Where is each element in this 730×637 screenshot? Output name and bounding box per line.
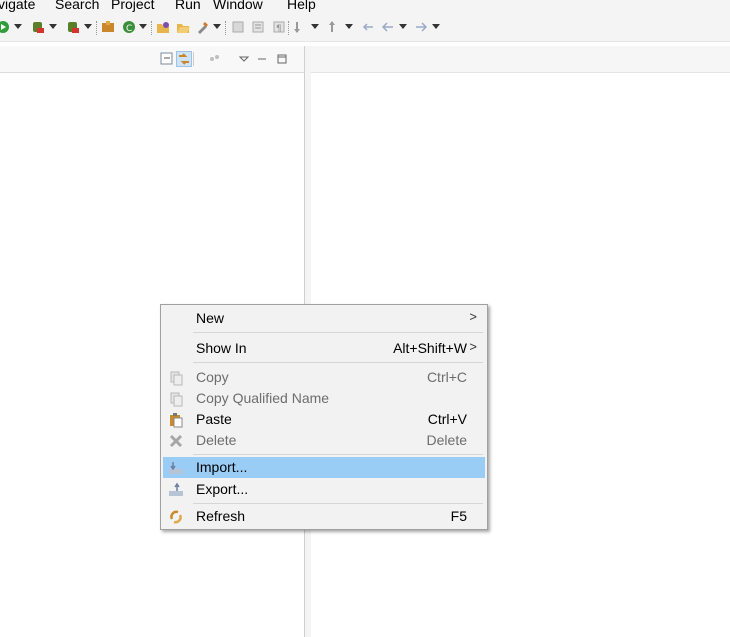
previous-annotation-icon[interactable] (327, 20, 341, 34)
menu-item-label: Copy Qualified Name (196, 390, 330, 406)
collapse-all-icon[interactable] (160, 52, 174, 66)
copy-icon (168, 370, 184, 386)
back-icon[interactable] (381, 20, 395, 34)
menu-separator (193, 503, 483, 504)
import-icon (168, 460, 184, 476)
link-with-editor-icon[interactable] (176, 51, 192, 67)
menu-item-export[interactable]: Export... (163, 479, 485, 500)
debug-icon[interactable] (31, 20, 45, 34)
pin-icon[interactable] (231, 20, 245, 34)
chevron-down-icon[interactable] (49, 24, 58, 38)
chevron-down-icon[interactable] (311, 24, 320, 38)
show-whitespace-icon[interactable]: ¶ (272, 20, 286, 34)
menu-help[interactable]: Help (287, 0, 316, 12)
panel-separator (193, 52, 194, 66)
coverage-icon[interactable] (66, 20, 80, 34)
menu-item-label: Import... (196, 459, 248, 475)
toolbar-separator (288, 21, 290, 35)
chevron-right-icon: > (469, 309, 477, 324)
menu-item-new[interactable]: New > (163, 308, 485, 329)
menu-run[interactable]: Run (175, 0, 201, 12)
toolbar-separator (96, 21, 98, 35)
menu-search[interactable]: Search (55, 0, 99, 12)
refresh-icon (168, 509, 184, 525)
menu-item-label: New (196, 310, 225, 326)
menu-item-import[interactable]: Import... (163, 457, 485, 478)
paste-icon (168, 412, 184, 428)
chevron-down-icon[interactable] (139, 24, 148, 38)
menu-item-label: Export... (196, 481, 249, 497)
menu-item-shortcut: Ctrl+C (426, 369, 467, 385)
menu-project[interactable]: Project (111, 0, 155, 12)
open-type-icon[interactable] (156, 20, 170, 34)
menu-item-refresh[interactable]: Refresh F5 (163, 506, 485, 527)
export-icon (168, 482, 184, 498)
run-icon[interactable] (0, 20, 10, 34)
menu-separator (193, 332, 483, 333)
main-toolbar: C ¶ (0, 14, 730, 42)
next-annotation-icon[interactable] (292, 20, 306, 34)
last-edit-icon[interactable] (361, 20, 375, 34)
svg-text:C: C (126, 24, 132, 34)
menu-separator (193, 362, 483, 363)
chevron-right-icon: > (469, 339, 477, 354)
annotation-icon[interactable] (251, 20, 265, 34)
chevron-down-icon[interactable] (84, 24, 93, 38)
chevron-down-icon[interactable] (432, 24, 441, 38)
chevron-down-icon[interactable] (399, 24, 408, 38)
open-folder-icon[interactable] (176, 20, 190, 34)
menu-item-label: Paste (196, 411, 232, 427)
maximize-icon[interactable] (275, 52, 289, 66)
search-icon[interactable] (196, 20, 210, 34)
menu-item-delete[interactable]: Delete Delete (163, 430, 485, 451)
menu-item-shortcut: Delete (426, 432, 467, 448)
menu-item-shortcut: Alt+Shift+W (393, 340, 467, 356)
menu-item-show-in[interactable]: Show In Alt+Shift+W > (163, 338, 485, 359)
menu-item-label: Delete (196, 432, 237, 448)
menu-item-copy-qualified-name[interactable]: Copy Qualified Name (163, 388, 485, 409)
menu-navigate[interactable]: vigate (0, 0, 35, 12)
menu-window[interactable]: Window (213, 0, 263, 12)
menu-item-copy[interactable]: Copy Ctrl+C (163, 367, 485, 388)
chevron-down-icon[interactable] (345, 24, 354, 38)
menu-item-label: Copy (196, 369, 229, 385)
editor-tab-bar (311, 46, 730, 73)
menu-item-shortcut: Ctrl+V (427, 411, 467, 427)
toolbar-separator (225, 21, 227, 35)
menu-separator (193, 454, 483, 455)
menu-item-shortcut: F5 (450, 508, 467, 524)
minimize-icon[interactable] (255, 52, 269, 66)
menu-bar: vigate Search Project Run Window Help (0, 0, 730, 14)
chevron-down-icon[interactable] (213, 24, 222, 38)
menu-item-label: Refresh (196, 508, 246, 524)
menu-item-paste[interactable]: Paste Ctrl+V (163, 409, 485, 430)
copy-qualified-name-icon (168, 391, 184, 407)
panel-toolbar (0, 46, 304, 73)
forward-icon[interactable] (414, 20, 428, 34)
context-menu: New > Show In Alt+Shift+W > Copy Ctrl+C … (160, 304, 488, 530)
svg-text:¶: ¶ (276, 24, 282, 34)
toolbar-separator (151, 21, 153, 35)
new-class-icon[interactable]: C (122, 20, 136, 34)
focus-icon[interactable] (207, 52, 221, 66)
view-menu-icon[interactable] (237, 52, 251, 66)
delete-icon (168, 433, 184, 449)
chevron-down-icon[interactable] (14, 24, 23, 38)
menu-item-label: Show In (196, 340, 247, 356)
new-java-project-icon[interactable] (101, 20, 115, 34)
